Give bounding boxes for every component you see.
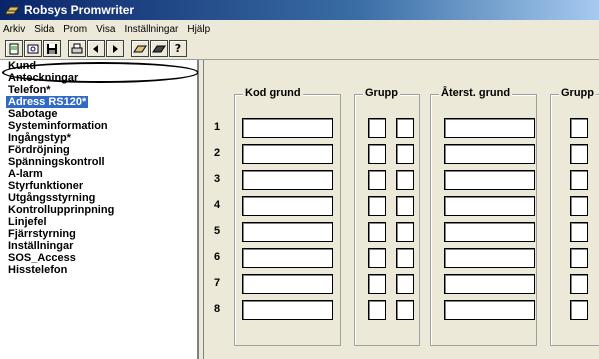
- menu-prom[interactable]: Prom: [63, 24, 87, 35]
- aterst-grund-field[interactable]: [444, 222, 535, 242]
- grupp-field-b[interactable]: [396, 118, 414, 138]
- grupp2-field-a[interactable]: [570, 118, 588, 138]
- grupp-field-b[interactable]: [396, 274, 414, 294]
- kod-grund-field[interactable]: [242, 248, 333, 268]
- sidebar-item-a-larm[interactable]: A-larm: [8, 168, 197, 180]
- open-icon[interactable]: [24, 40, 42, 57]
- sidebar-item-utgangsstyrning[interactable]: Utgångsstyrning: [8, 192, 197, 204]
- grupp-label: Grupp: [363, 87, 400, 99]
- page-list: Kund Anteckningar Telefon* Adress RS120*…: [0, 60, 198, 359]
- row-number: 4: [214, 199, 221, 211]
- sidebar-item-sabotage[interactable]: Sabotage: [8, 108, 197, 120]
- sidebar-item-fjarrstyrning[interactable]: Fjärrstyrning: [8, 228, 197, 240]
- grupp2-field-a[interactable]: [570, 196, 588, 216]
- sidebar-item-hisstelefon[interactable]: Hisstelefon: [8, 264, 197, 276]
- new-icon[interactable]: [5, 40, 23, 57]
- menu-arkiv[interactable]: Arkiv: [3, 24, 25, 35]
- grupp-field-a[interactable]: [368, 248, 386, 268]
- sidebar-item-kund[interactable]: Kund: [8, 60, 197, 72]
- aterst-grund-field[interactable]: [444, 196, 535, 216]
- kod-grund-field[interactable]: [242, 170, 333, 190]
- kod-grund-field[interactable]: [242, 274, 333, 294]
- kod-grund-field[interactable]: [242, 144, 333, 164]
- grupp-field-a[interactable]: [368, 144, 386, 164]
- grupp-field-b[interactable]: [396, 196, 414, 216]
- save-icon[interactable]: [43, 40, 61, 57]
- grupp-field-a[interactable]: [368, 300, 386, 320]
- sidebar-item-adress-rs120[interactable]: Adress RS120*: [6, 96, 197, 108]
- grupp-field-b[interactable]: [396, 170, 414, 190]
- row-number: 2: [214, 147, 221, 159]
- toolbar: ?: [0, 38, 599, 60]
- aterst-grund-field[interactable]: [444, 118, 535, 138]
- sidebar-item-sos-access[interactable]: SOS_Access: [8, 252, 197, 264]
- menu-visa[interactable]: Visa: [96, 24, 115, 35]
- prev-icon[interactable]: [87, 40, 105, 57]
- aterst-grund-field[interactable]: [444, 170, 535, 190]
- aterst-grund-field[interactable]: [444, 274, 535, 294]
- grupp2-field-a[interactable]: [570, 248, 588, 268]
- grupp2-field-a[interactable]: [570, 144, 588, 164]
- kod-grund-field[interactable]: [242, 196, 333, 216]
- grupp2-field-a[interactable]: [570, 222, 588, 242]
- grupp-field-b[interactable]: [396, 300, 414, 320]
- form-panel: Kod grund Grupp Återst. grund Grupp 1 2 3 4…: [204, 60, 599, 359]
- aterst-grund-field[interactable]: [444, 300, 535, 320]
- grupp-field-a[interactable]: [368, 274, 386, 294]
- grupp2-field-a[interactable]: [570, 274, 588, 294]
- grupp2-label: Grupp: [559, 87, 596, 99]
- print-icon[interactable]: [68, 40, 86, 57]
- grupp-field-a[interactable]: [368, 222, 386, 242]
- menu-bar: Arkiv Sida Prom Visa Inställningar Hjälp: [0, 20, 599, 38]
- sidebar-item-styrfunktioner[interactable]: Styrfunktioner: [8, 180, 197, 192]
- row-number: 6: [214, 251, 221, 263]
- kod-grund-field[interactable]: [242, 300, 333, 320]
- menu-hjalp[interactable]: Hjälp: [187, 24, 210, 35]
- grupp2-field-a[interactable]: [570, 300, 588, 320]
- kod-grund-field[interactable]: [242, 222, 333, 242]
- sidebar-item-linjefel[interactable]: Linjefel: [8, 216, 197, 228]
- menu-sida[interactable]: Sida: [34, 24, 54, 35]
- grupp-field-a[interactable]: [368, 196, 386, 216]
- menu-installningar[interactable]: Inställningar: [124, 24, 178, 35]
- sidebar-item-telefon[interactable]: Telefon*: [8, 84, 197, 96]
- row-number: 3: [214, 173, 221, 185]
- sidebar-item-systeminformation[interactable]: Systeminformation: [8, 120, 197, 132]
- title-bar: Robsys Promwriter: [0, 0, 599, 20]
- chip-read-icon[interactable]: [131, 40, 149, 57]
- help-icon[interactable]: ?: [169, 40, 187, 57]
- sidebar-item-anteckningar[interactable]: Anteckningar: [8, 72, 197, 84]
- row-number: 7: [214, 277, 221, 289]
- aterst-grund-field[interactable]: [444, 248, 535, 268]
- row-number: 8: [214, 303, 221, 315]
- aterst-grund-field[interactable]: [444, 144, 535, 164]
- sidebar-item-kontrolluppringning[interactable]: Kontrollupprinpning: [8, 204, 197, 216]
- kod-grund-label: Kod grund: [243, 87, 303, 99]
- app-icon: [4, 4, 20, 16]
- grupp-field-a[interactable]: [368, 170, 386, 190]
- aterst-grund-label: Återst. grund: [439, 87, 513, 99]
- grupp2-field-a[interactable]: [570, 170, 588, 190]
- next-icon[interactable]: [106, 40, 124, 57]
- window-title: Robsys Promwriter: [24, 3, 135, 17]
- sidebar-item-fordrojning[interactable]: Fördröjning: [8, 144, 197, 156]
- chip-write-icon[interactable]: [150, 40, 168, 57]
- row-number: 1: [214, 121, 221, 133]
- sidebar-item-ingangstyp[interactable]: Ingångstyp*: [8, 132, 197, 144]
- sidebar-item-spanningskontroll[interactable]: Spänningskontroll: [8, 156, 197, 168]
- grupp-field-b[interactable]: [396, 144, 414, 164]
- kod-grund-field[interactable]: [242, 118, 333, 138]
- grupp-field-b[interactable]: [396, 248, 414, 268]
- sidebar-item-installningar[interactable]: Inställningar: [8, 240, 197, 252]
- row-number: 5: [214, 225, 221, 237]
- grupp-field-b[interactable]: [396, 222, 414, 242]
- grupp-field-a[interactable]: [368, 118, 386, 138]
